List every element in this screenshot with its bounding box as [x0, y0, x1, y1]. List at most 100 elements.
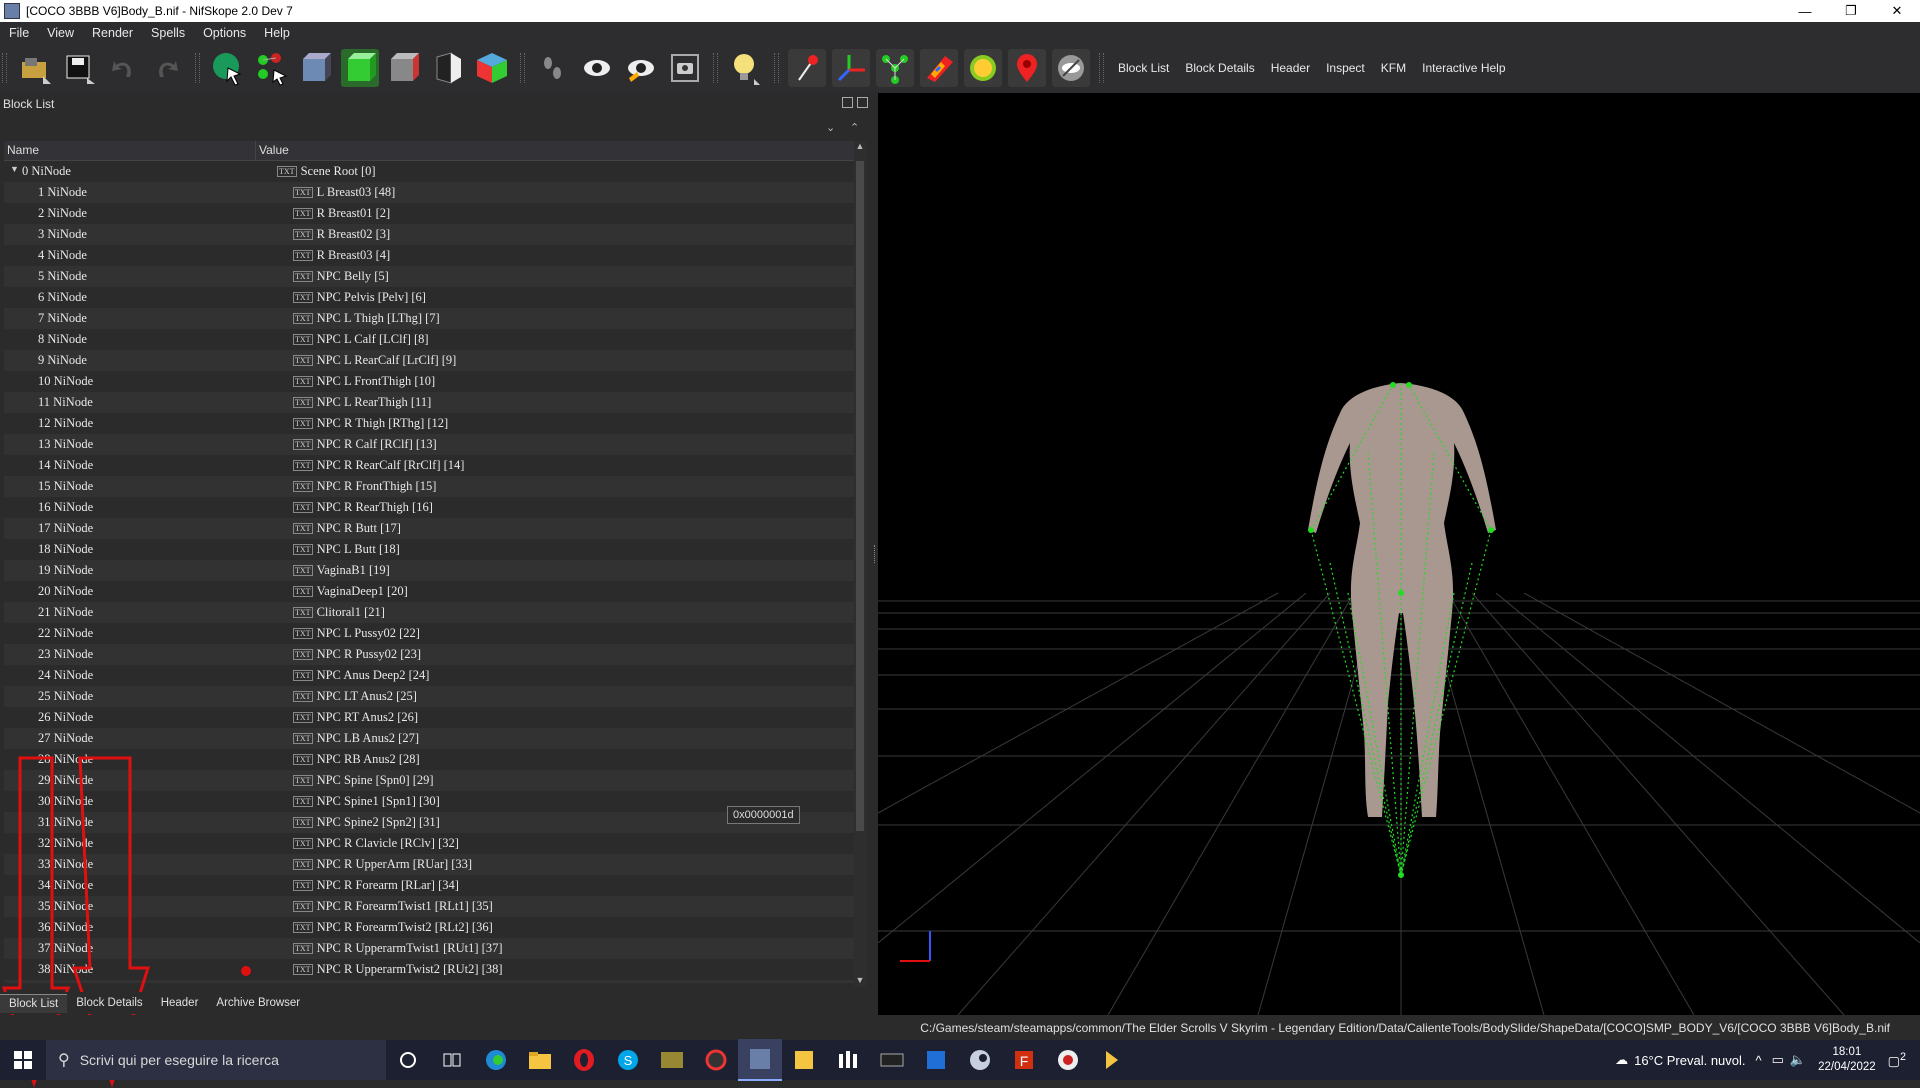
table-row[interactable]: 15 NiNode TXT NPC R FrontThigh [15]	[4, 476, 854, 497]
table-row[interactable]: 23 NiNode TXT NPC R Pussy02 [23]	[4, 644, 854, 665]
restore-button[interactable]: ❐	[1828, 0, 1874, 22]
table-row[interactable]: 19 NiNode TXT VaginaB1 [19]	[4, 560, 854, 581]
select-vertex-icon[interactable]	[253, 49, 291, 87]
undo-icon[interactable]	[104, 49, 142, 87]
chevron-up-icon[interactable]: ⌃	[850, 121, 859, 134]
network-icon[interactable]: ▭	[1772, 1052, 1784, 1068]
column-header-value[interactable]: Value	[256, 141, 289, 160]
chevron-up-icon[interactable]: ^	[1756, 1053, 1762, 1068]
view-front-icon[interactable]	[297, 49, 335, 87]
close-button[interactable]: ✕	[1874, 0, 1920, 22]
expand-icon[interactable]: ▼	[10, 164, 19, 174]
windows-start-icon[interactable]	[0, 1040, 46, 1080]
load-icon[interactable]	[16, 49, 54, 87]
render-viewport[interactable]	[878, 93, 1920, 1015]
table-row[interactable]: 17 NiNode TXT NPC R Butt [17]	[4, 518, 854, 539]
gauge-icon[interactable]	[964, 49, 1002, 87]
redo-icon[interactable]	[148, 49, 186, 87]
toolbar-block-list[interactable]: Block List	[1110, 61, 1177, 75]
app-icon-1[interactable]	[650, 1040, 694, 1080]
app-icon-3[interactable]	[782, 1040, 826, 1080]
table-row[interactable]: 8 NiNode TXT NPC L Calf [LClf] [8]	[4, 329, 854, 350]
table-row[interactable]: 25 NiNode TXT NPC LT Anus2 [25]	[4, 686, 854, 707]
view-top-icon[interactable]	[341, 49, 379, 87]
table-row[interactable]: 6 NiNode TXT NPC Pelvis [Pelv] [6]	[4, 287, 854, 308]
menu-help[interactable]: Help	[255, 26, 299, 40]
tab-block-details[interactable]: Block Details	[67, 994, 151, 1012]
pin-icon[interactable]	[788, 49, 826, 87]
table-row[interactable]: 13 NiNode TXT NPC R Calf [RClf] [13]	[4, 434, 854, 455]
menu-spells[interactable]: Spells	[142, 26, 194, 40]
table-row[interactable]: 21 NiNode TXT Clitoral1 [21]	[4, 602, 854, 623]
volume-icon[interactable]: 🔈	[1790, 1052, 1806, 1068]
walk-icon[interactable]	[534, 49, 572, 87]
lighting-icon[interactable]	[727, 49, 765, 87]
table-row[interactable]: ▼ 0 NiNode TXT Scene Root [0]	[4, 161, 854, 182]
table-row[interactable]: 16 NiNode TXT NPC R RearThigh [16]	[4, 497, 854, 518]
column-header-name[interactable]: Name	[4, 141, 256, 160]
toolbar-inspect[interactable]: Inspect	[1318, 61, 1373, 75]
cortana-icon[interactable]	[386, 1040, 430, 1080]
app-icon-6[interactable]	[914, 1040, 958, 1080]
visibility-icon[interactable]	[1052, 49, 1090, 87]
table-row[interactable]: 12 NiNode TXT NPC R Thigh [RThg] [12]	[4, 413, 854, 434]
table-row[interactable]: 1 NiNode TXT L Breast03 [48]	[4, 182, 854, 203]
menu-options[interactable]: Options	[194, 26, 255, 40]
menu-file[interactable]: File	[0, 26, 38, 40]
screenshot-icon[interactable]	[666, 49, 704, 87]
table-row[interactable]: 7 NiNode TXT NPC L Thigh [LThg] [7]	[4, 308, 854, 329]
app-icon-9[interactable]	[1090, 1040, 1134, 1080]
weather-icon[interactable]: ☁	[1615, 1052, 1628, 1068]
view-custom-icon[interactable]	[429, 49, 467, 87]
scroll-down-icon[interactable]: ▼	[854, 975, 866, 987]
view-side-icon[interactable]	[385, 49, 423, 87]
table-row[interactable]: 11 NiNode TXT NPC L RearThigh [11]	[4, 392, 854, 413]
axes-icon[interactable]	[832, 49, 870, 87]
table-row[interactable]: 3 NiNode TXT R Breast02 [3]	[4, 224, 854, 245]
table-row[interactable]: 27 NiNode TXT NPC LB Anus2 [27]	[4, 728, 854, 749]
app-icon-7[interactable]: F	[1002, 1040, 1046, 1080]
table-row[interactable]: 2 NiNode TXT R Breast01 [2]	[4, 203, 854, 224]
table-row[interactable]: 20 NiNode TXT VaginaDeep1 [20]	[4, 581, 854, 602]
skype-icon[interactable]: S	[606, 1040, 650, 1080]
table-row[interactable]: 9 NiNode TXT NPC L RearCalf [LrClf] [9]	[4, 350, 854, 371]
view-user-icon[interactable]	[473, 49, 511, 87]
opera-icon[interactable]	[562, 1040, 606, 1080]
weather-text[interactable]: 16°C Preval. nuvol.	[1634, 1053, 1745, 1068]
taskbar-search[interactable]: ⚲ Scrivi qui per eseguire la ricerca	[46, 1040, 386, 1080]
menu-render[interactable]: Render	[83, 26, 142, 40]
float-panel-icon[interactable]	[842, 97, 853, 108]
toolbar-header[interactable]: Header	[1263, 61, 1318, 75]
tab-archive-browser[interactable]: Archive Browser	[207, 994, 309, 1012]
toolbar-grip[interactable]	[2, 53, 7, 83]
save-icon[interactable]	[60, 49, 98, 87]
vertical-scrollbar[interactable]: ▲ ▼	[854, 141, 866, 987]
nifskope-taskbar-icon[interactable]	[738, 1039, 782, 1081]
toolbar-block-details[interactable]: Block Details	[1177, 61, 1262, 75]
toolbar-interactive-help[interactable]: Interactive Help	[1414, 61, 1513, 75]
task-view-icon[interactable]	[430, 1040, 474, 1080]
table-row[interactable]: 4 NiNode TXT R Breast03 [4]	[4, 245, 854, 266]
marker-icon[interactable]	[920, 49, 958, 87]
select-object-icon[interactable]	[209, 49, 247, 87]
table-row[interactable]: 24 NiNode TXT NPC Anus Deep2 [24]	[4, 665, 854, 686]
notification-icon[interactable]: ▢2	[1888, 1051, 1906, 1069]
clock[interactable]: 18:01 22/04/2022	[1818, 1045, 1876, 1075]
scrollbar-thumb[interactable]	[856, 161, 864, 831]
scroll-up-icon[interactable]: ▲	[854, 141, 866, 153]
table-row[interactable]: 10 NiNode TXT NPC L FrontThigh [10]	[4, 371, 854, 392]
table-row[interactable]: 5 NiNode TXT NPC Belly [5]	[4, 266, 854, 287]
table-row[interactable]: 22 NiNode TXT NPC L Pussy02 [22]	[4, 623, 854, 644]
location-icon[interactable]	[1008, 49, 1046, 87]
minimize-button[interactable]: —	[1782, 0, 1828, 22]
show-hidden-icon[interactable]	[578, 49, 616, 87]
tab-block-list[interactable]: Block List	[0, 993, 68, 1013]
show-unused-icon[interactable]	[622, 49, 660, 87]
app-icon-2[interactable]	[694, 1040, 738, 1080]
toolbar-kfm[interactable]: KFM	[1373, 61, 1414, 75]
chevron-down-icon[interactable]: ⌄	[826, 121, 835, 134]
table-row[interactable]: 26 NiNode TXT NPC RT Anus2 [26]	[4, 707, 854, 728]
app-icon-5[interactable]	[870, 1040, 914, 1080]
table-row[interactable]: 18 NiNode TXT NPC L Butt [18]	[4, 539, 854, 560]
app-icon-4[interactable]	[826, 1040, 870, 1080]
